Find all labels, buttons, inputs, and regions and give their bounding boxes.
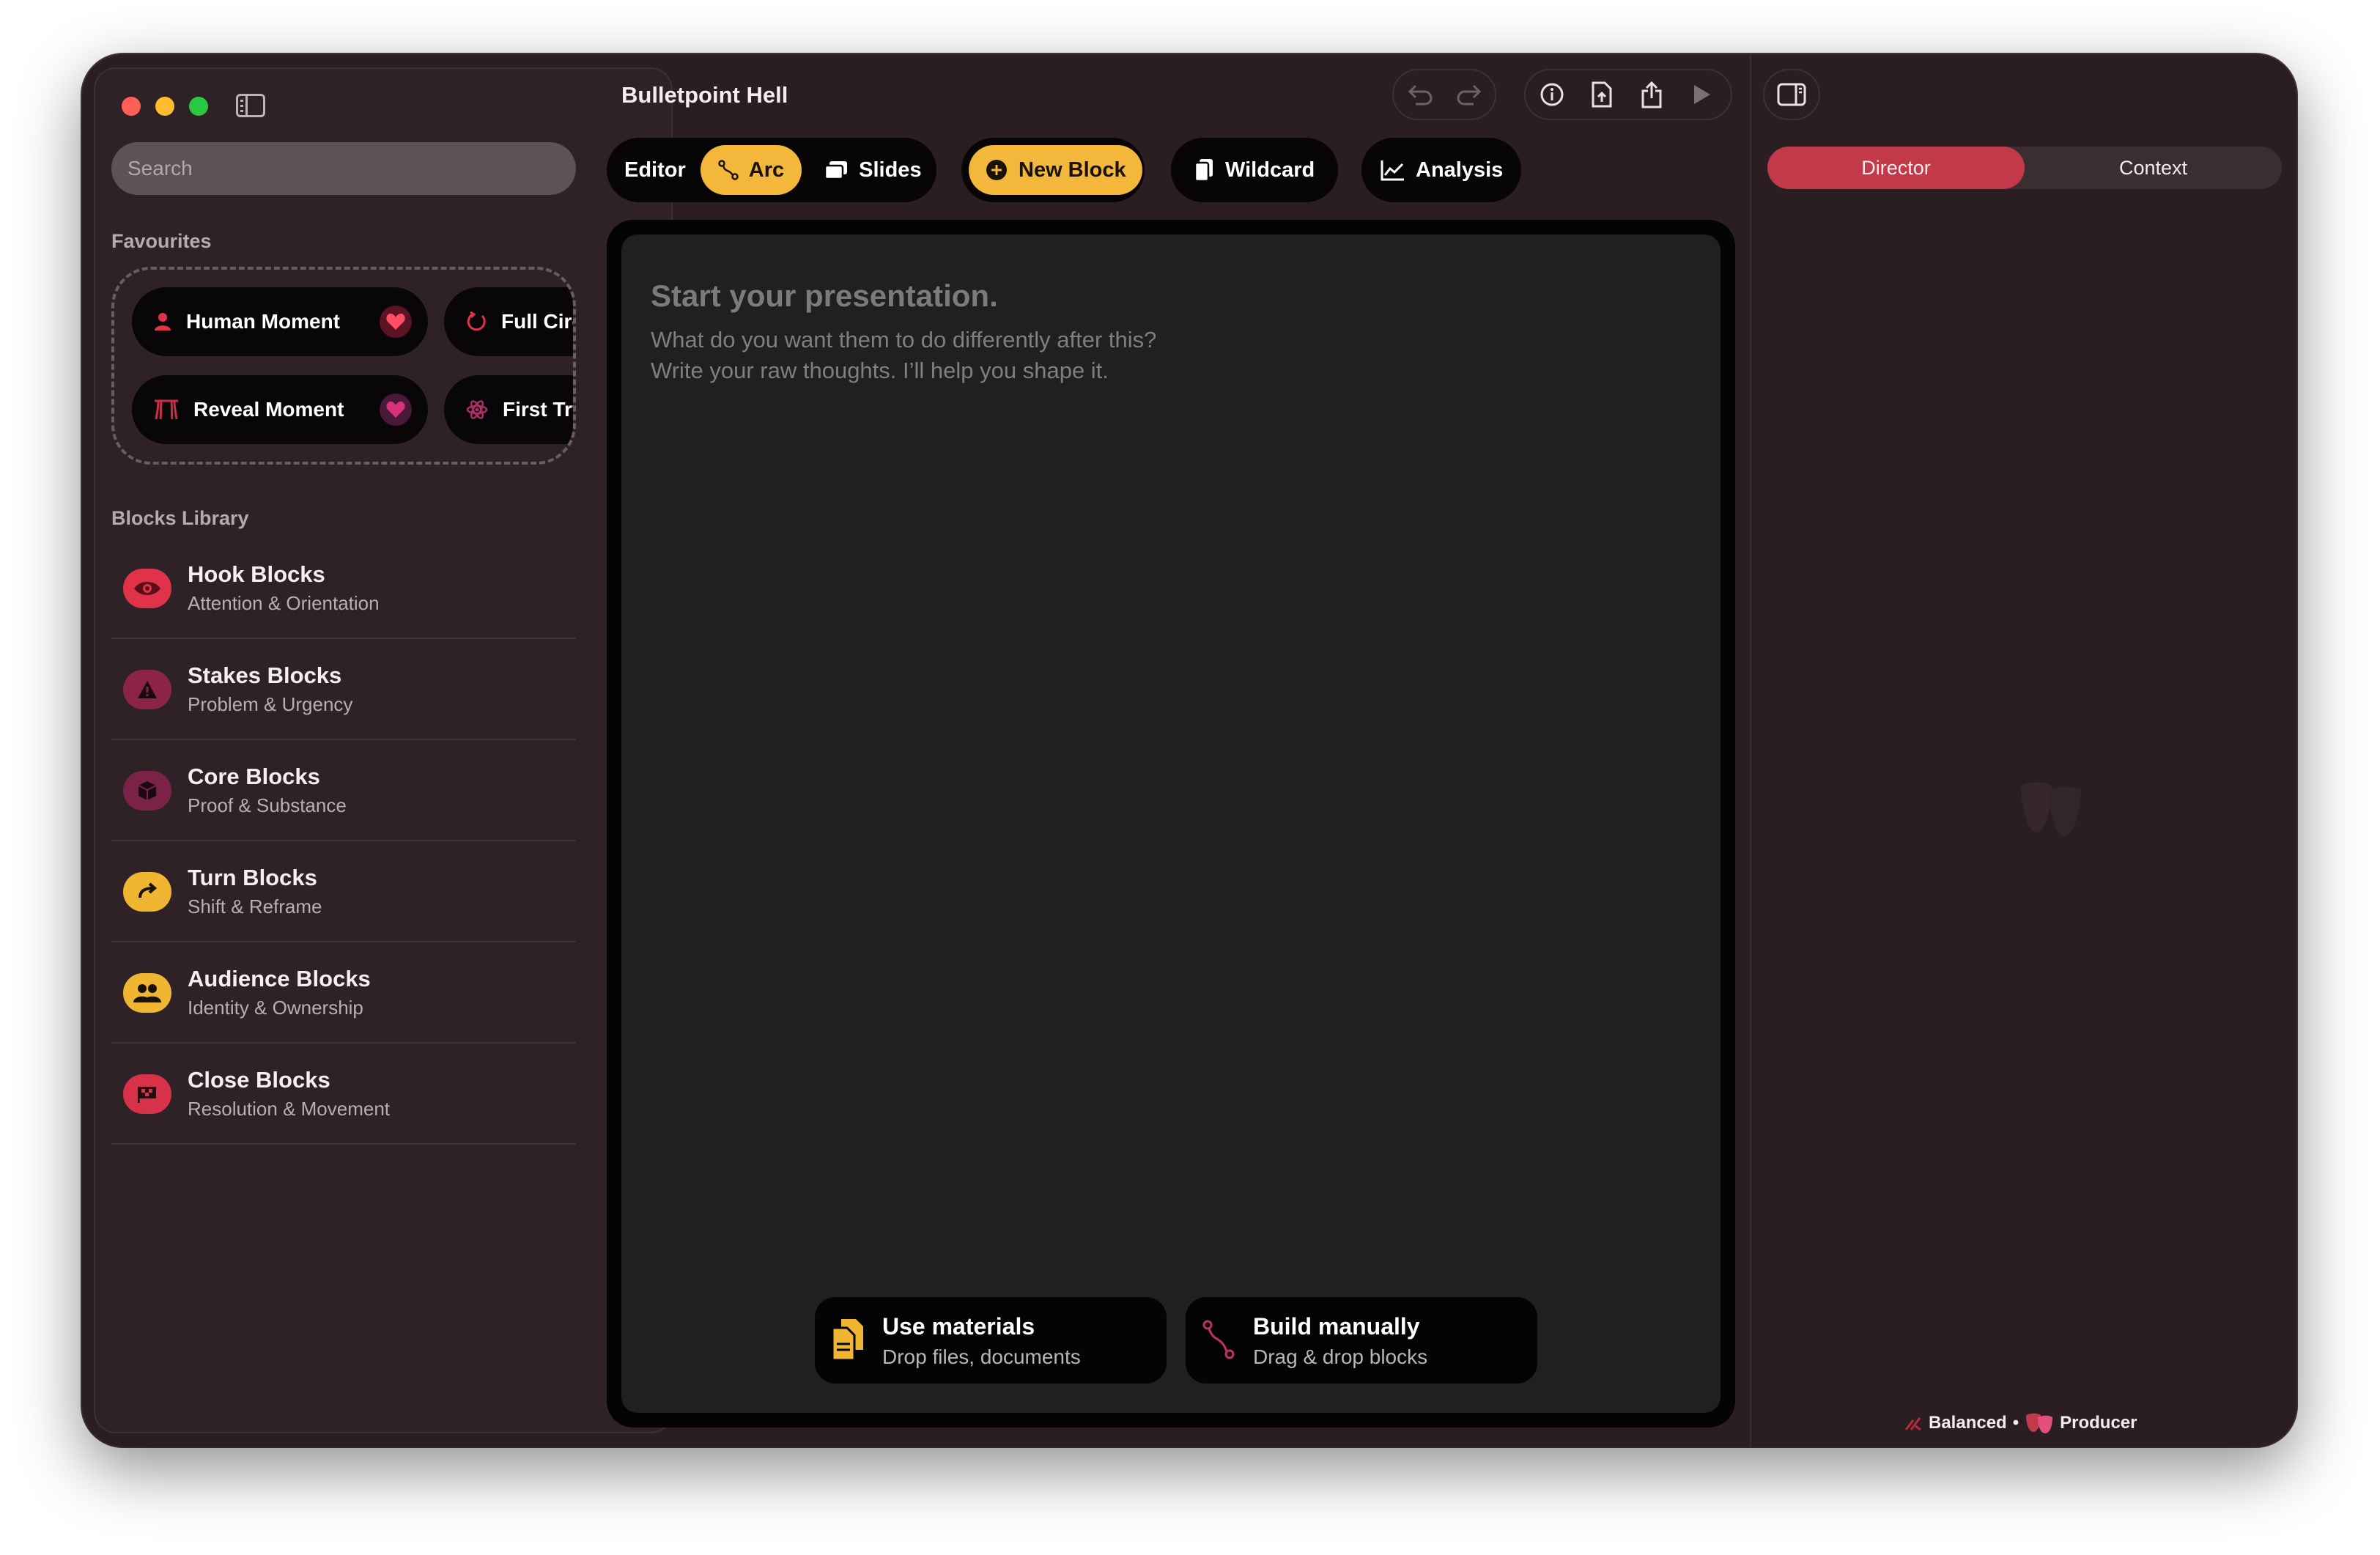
undo-icon[interactable] [1405, 80, 1434, 109]
redo-icon[interactable] [1455, 80, 1483, 109]
editor-frame: Start your presentation. What do you wan… [607, 220, 1735, 1427]
analysis-group: Analysis [1361, 138, 1521, 202]
document-actions-group [1524, 69, 1732, 120]
tab-slides[interactable]: Slides [806, 145, 939, 195]
library-item-subtitle: Proof & Substance [188, 794, 347, 816]
library-item-subtitle: Resolution & Movement [188, 1098, 391, 1120]
sidebar: Favourites Human Moment Full Circle [94, 67, 673, 1433]
path-icon [1202, 1318, 1235, 1365]
editor-placeholder-line-1: What do you want them to do differently … [651, 327, 1157, 352]
tab-context[interactable]: Context [2025, 147, 2282, 189]
info-icon[interactable] [1537, 80, 1567, 109]
eye-icon [123, 569, 171, 608]
library-item-subtitle: Identity & Ownership [188, 997, 363, 1019]
document-title: Bulletpoint Hell [621, 82, 788, 108]
wildcard-button[interactable]: Wildcard [1178, 145, 1329, 195]
right-panel: Director Context Balanced • Producer [1750, 54, 2296, 1447]
footer-separator: • [2012, 1413, 2019, 1433]
search-input[interactable] [111, 142, 576, 195]
use-materials-subtitle: Drop files, documents [882, 1345, 1081, 1368]
library-item-title: Hook Blocks [188, 561, 325, 587]
curtain-icon [154, 399, 179, 420]
warning-icon [123, 670, 171, 709]
minimize-window-button[interactable] [155, 97, 174, 116]
turn-arrow-icon [123, 872, 171, 912]
use-materials-button[interactable]: Use materials Drop files, documents [815, 1297, 1167, 1384]
library-item-close[interactable]: Close Blocks Resolution & Movement [111, 1044, 576, 1145]
window-controls [122, 97, 208, 116]
library-item-subtitle: Attention & Orientation [188, 592, 380, 614]
new-block-group: New Block [961, 138, 1145, 202]
flag-icon [123, 1074, 171, 1114]
sidebar-toggle-icon[interactable] [236, 94, 265, 117]
favourite-chip-reveal-moment[interactable]: Reveal Moment [132, 375, 428, 444]
editor-label: Editor [624, 158, 686, 182]
library-item-title: Audience Blocks [188, 966, 371, 991]
new-block-button[interactable]: New Block [969, 145, 1142, 195]
arc-icon [718, 160, 739, 180]
library-item-title: Close Blocks [188, 1067, 330, 1093]
chip-label: Reveal Moment [193, 398, 344, 421]
favourites-drop-zone[interactable]: Human Moment Full Circle Reveal Moment [111, 267, 576, 465]
favourite-chip-full-circle[interactable]: Full Circle [444, 287, 573, 356]
app-window: Favourites Human Moment Full Circle [82, 54, 2296, 1447]
sidebar-right-icon [1777, 83, 1806, 106]
library-item-turn[interactable]: Turn Blocks Shift & Reframe [111, 841, 576, 942]
favourites-heading: Favourites [111, 230, 212, 252]
atom-icon [466, 399, 488, 421]
build-manually-subtitle: Drag & drop blocks [1253, 1345, 1428, 1368]
person-icon [154, 312, 171, 331]
build-manually-title: Build manually [1253, 1313, 1420, 1340]
cards-icon [1194, 159, 1213, 182]
footer-role[interactable]: Producer [2060, 1413, 2137, 1433]
library-item-title: Stakes Blocks [188, 662, 342, 688]
footer-mode[interactable]: Balanced [1929, 1413, 2007, 1433]
library-item-stakes[interactable]: Stakes Blocks Problem & Urgency [111, 639, 576, 740]
masks-icon [2026, 1413, 2053, 1433]
library-item-subtitle: Problem & Urgency [188, 693, 353, 715]
chip-label: Full Circle [501, 310, 573, 333]
library-item-title: Core Blocks [188, 764, 320, 789]
inspector-toggle-button[interactable] [1763, 69, 1820, 120]
close-window-button[interactable] [122, 97, 141, 116]
editor-placeholder-line-2: Write your raw thoughts. I’ll help you s… [651, 358, 1109, 383]
share-icon[interactable] [1637, 80, 1666, 109]
favourite-chip-human-moment[interactable]: Human Moment [132, 287, 428, 356]
balance-icon [1904, 1417, 1921, 1431]
favourite-chip-first-try[interactable]: First Try [444, 375, 576, 444]
undo-redo-group [1392, 69, 1496, 120]
theatre-masks-icon [2017, 780, 2087, 846]
library-item-hook[interactable]: Hook Blocks Attention & Orientation [111, 538, 576, 639]
library-item-core[interactable]: Core Blocks Proof & Substance [111, 740, 576, 841]
chart-icon [1381, 160, 1404, 181]
people-icon [123, 973, 171, 1013]
editor-placeholder-heading: Start your presentation. [651, 278, 998, 313]
library-item-audience[interactable]: Audience Blocks Identity & Ownership [111, 942, 576, 1044]
cube-icon [123, 771, 171, 810]
tab-arc[interactable]: Arc [700, 145, 802, 195]
export-document-icon[interactable] [1587, 80, 1616, 109]
panel-segmented-control: Director Context [1767, 147, 2282, 189]
slides-icon [824, 161, 848, 180]
status-footer: Balanced • Producer [1904, 1413, 2137, 1433]
analysis-button[interactable]: Analysis [1369, 145, 1515, 195]
editor-canvas[interactable]: Start your presentation. What do you wan… [621, 234, 1721, 1413]
wildcard-group: Wildcard [1171, 138, 1338, 202]
blocks-library-heading: Blocks Library [111, 507, 249, 529]
heart-icon[interactable] [380, 394, 412, 426]
plus-circle-icon [986, 160, 1007, 180]
heart-icon[interactable] [380, 306, 412, 338]
documents-icon [831, 1318, 865, 1365]
circle-arrow-icon [466, 311, 487, 332]
use-materials-title: Use materials [882, 1313, 1035, 1340]
library-item-subtitle: Shift & Reframe [188, 895, 322, 917]
chip-label: Human Moment [186, 310, 340, 333]
chip-label: First Try [503, 398, 576, 421]
play-icon[interactable] [1687, 80, 1716, 109]
build-manually-button[interactable]: Build manually Drag & drop blocks [1186, 1297, 1537, 1384]
library-item-title: Turn Blocks [188, 865, 317, 890]
tab-director[interactable]: Director [1767, 147, 2025, 189]
zoom-window-button[interactable] [189, 97, 208, 116]
view-mode-group: Editor Arc Slides [607, 138, 936, 202]
